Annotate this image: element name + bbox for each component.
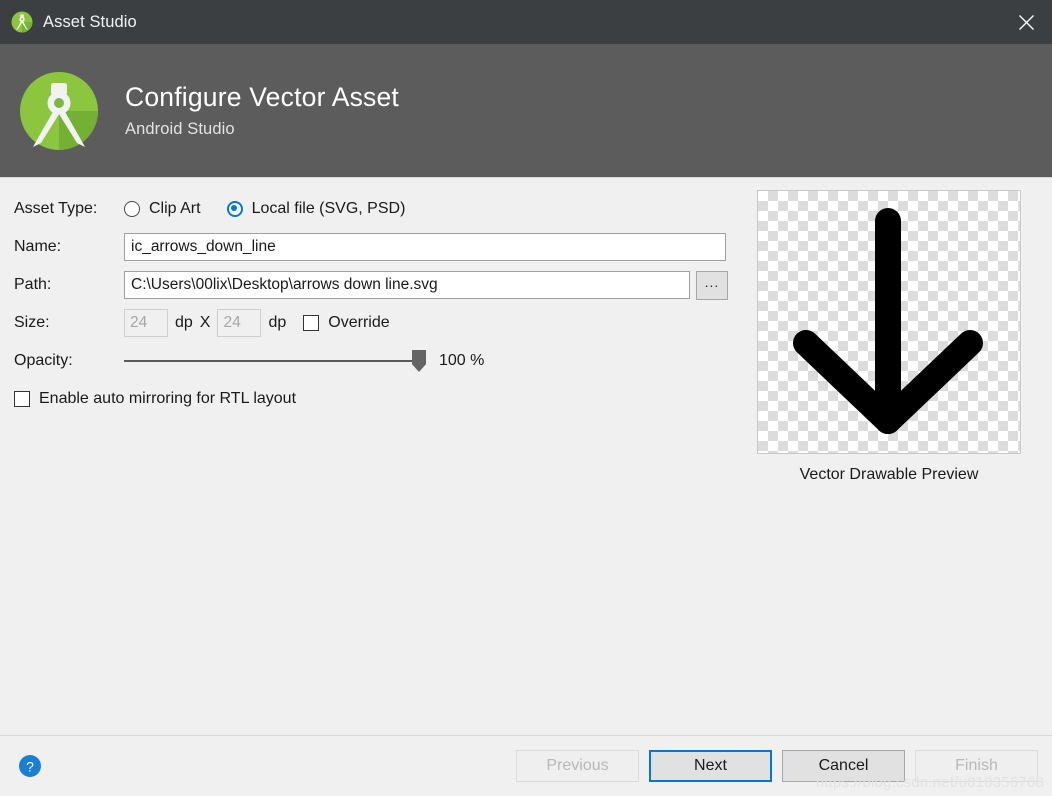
radio-local-file[interactable]: Local file (SVG, PSD) [227, 200, 406, 218]
android-studio-icon [11, 11, 33, 33]
name-input[interactable] [124, 233, 726, 261]
checkbox-unchecked-icon [303, 315, 319, 331]
radio-selected-icon [227, 201, 243, 217]
finish-button[interactable]: Finish [915, 750, 1038, 782]
opacity-value: 100 % [439, 352, 484, 370]
browse-button[interactable]: ... [696, 271, 728, 300]
name-row: Name: [14, 233, 740, 261]
close-icon [1018, 14, 1035, 31]
wizard-content: Asset Type: Clip Art Local file (SVG, PS… [0, 177, 1052, 736]
opacity-slider[interactable] [124, 347, 421, 375]
footer-buttons: Previous Next Cancel Finish [516, 750, 1038, 782]
window-titlebar: Asset Studio [0, 0, 1052, 44]
slider-thumb[interactable] [412, 350, 426, 372]
size-label: Size: [14, 314, 124, 332]
radio-clip-art[interactable]: Clip Art [124, 200, 201, 218]
name-label: Name: [14, 238, 124, 256]
size-height-unit: dp [268, 314, 286, 332]
opacity-row: Opacity: 100 % [14, 347, 740, 375]
path-label: Path: [14, 276, 124, 294]
wizard-banner: Configure Vector Asset Android Studio [0, 44, 1052, 177]
mirroring-row: Enable auto mirroring for RTL layout [14, 385, 740, 413]
preview-canvas [757, 190, 1021, 454]
override-checkbox[interactable]: Override [303, 314, 389, 332]
asset-type-label: Asset Type: [14, 200, 124, 218]
android-studio-logo [13, 65, 105, 157]
size-height-input[interactable] [217, 309, 261, 337]
asset-type-radio-group: Clip Art Local file (SVG, PSD) [124, 200, 431, 218]
close-window-button[interactable] [1000, 0, 1052, 44]
path-input[interactable] [124, 271, 690, 299]
arrow-down-icon [758, 191, 1019, 452]
vector-asset-form: Asset Type: Clip Art Local file (SVG, PS… [14, 195, 740, 413]
checkbox-unchecked-icon [14, 391, 30, 407]
radio-clip-art-label: Clip Art [149, 200, 201, 218]
radio-unselected-icon [124, 201, 140, 217]
size-separator: X [200, 314, 211, 332]
radio-local-file-label: Local file (SVG, PSD) [252, 200, 406, 218]
path-row: Path: ... [14, 271, 740, 299]
size-width-input[interactable] [124, 309, 168, 337]
cancel-button[interactable]: Cancel [782, 750, 905, 782]
preview-panel: Vector Drawable Preview [757, 190, 1021, 484]
previous-button[interactable]: Previous [516, 750, 639, 782]
override-label: Override [328, 314, 389, 332]
size-width-unit: dp [175, 314, 193, 332]
next-button[interactable]: Next [649, 750, 772, 782]
rtl-mirroring-checkbox[interactable]: Enable auto mirroring for RTL layout [14, 390, 296, 408]
wizard-subtitle: Android Studio [125, 120, 399, 138]
wizard-footer: ? Previous Next Cancel Finish [0, 735, 1052, 796]
opacity-label: Opacity: [14, 352, 124, 370]
rtl-mirroring-label: Enable auto mirroring for RTL layout [39, 390, 296, 408]
slider-track [124, 360, 421, 362]
asset-type-row: Asset Type: Clip Art Local file (SVG, PS… [14, 195, 740, 223]
size-row: Size: dp X dp Override [14, 309, 740, 337]
wizard-title: Configure Vector Asset [125, 83, 399, 113]
help-icon[interactable]: ? [18, 754, 42, 778]
window-title: Asset Studio [43, 13, 137, 32]
preview-caption: Vector Drawable Preview [757, 466, 1021, 484]
svg-text:?: ? [26, 759, 34, 775]
